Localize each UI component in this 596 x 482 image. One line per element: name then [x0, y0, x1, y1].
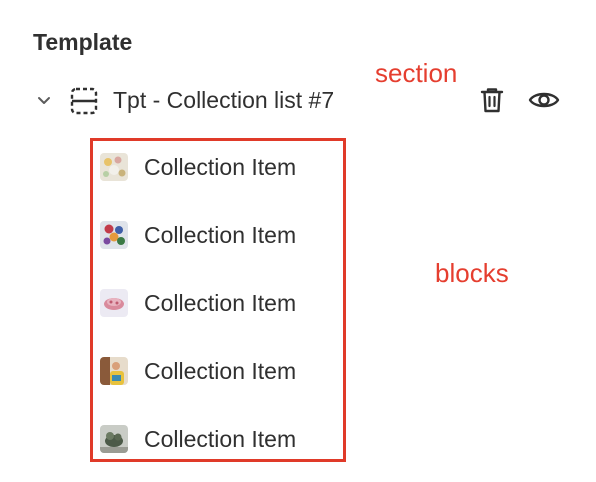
collection-thumbnail-icon — [100, 289, 128, 317]
block-item[interactable]: Collection Item — [100, 419, 296, 459]
chevron-down-icon[interactable] — [30, 86, 58, 114]
blocks-annotation: blocks — [435, 258, 509, 288]
section-title[interactable]: Tpt - Collection list #7 — [113, 86, 334, 114]
block-item-label: Collection Item — [144, 154, 297, 180]
collection-thumbnail-icon — [100, 357, 128, 385]
trash-icon[interactable] — [476, 84, 508, 116]
block-item[interactable]: Collection Item — [100, 351, 296, 391]
section-icon — [69, 86, 99, 116]
block-item-label: Collection Item — [144, 426, 297, 452]
section-annotation: section — [375, 58, 458, 88]
collection-thumbnail-icon — [100, 221, 128, 249]
section-row[interactable]: Tpt - Collection list #7 — [30, 80, 570, 120]
eye-icon[interactable] — [526, 84, 562, 116]
block-item-label: Collection Item — [144, 222, 297, 248]
collection-thumbnail-icon — [100, 153, 128, 181]
collection-thumbnail-icon — [100, 425, 128, 453]
block-item[interactable]: Collection Item — [100, 215, 296, 255]
block-item-label: Collection Item — [144, 290, 297, 316]
block-item-label: Collection Item — [144, 358, 297, 384]
panel-heading: Template — [33, 29, 133, 55]
block-item[interactable]: Collection Item — [100, 283, 296, 323]
block-item[interactable]: Collection Item — [100, 147, 296, 187]
